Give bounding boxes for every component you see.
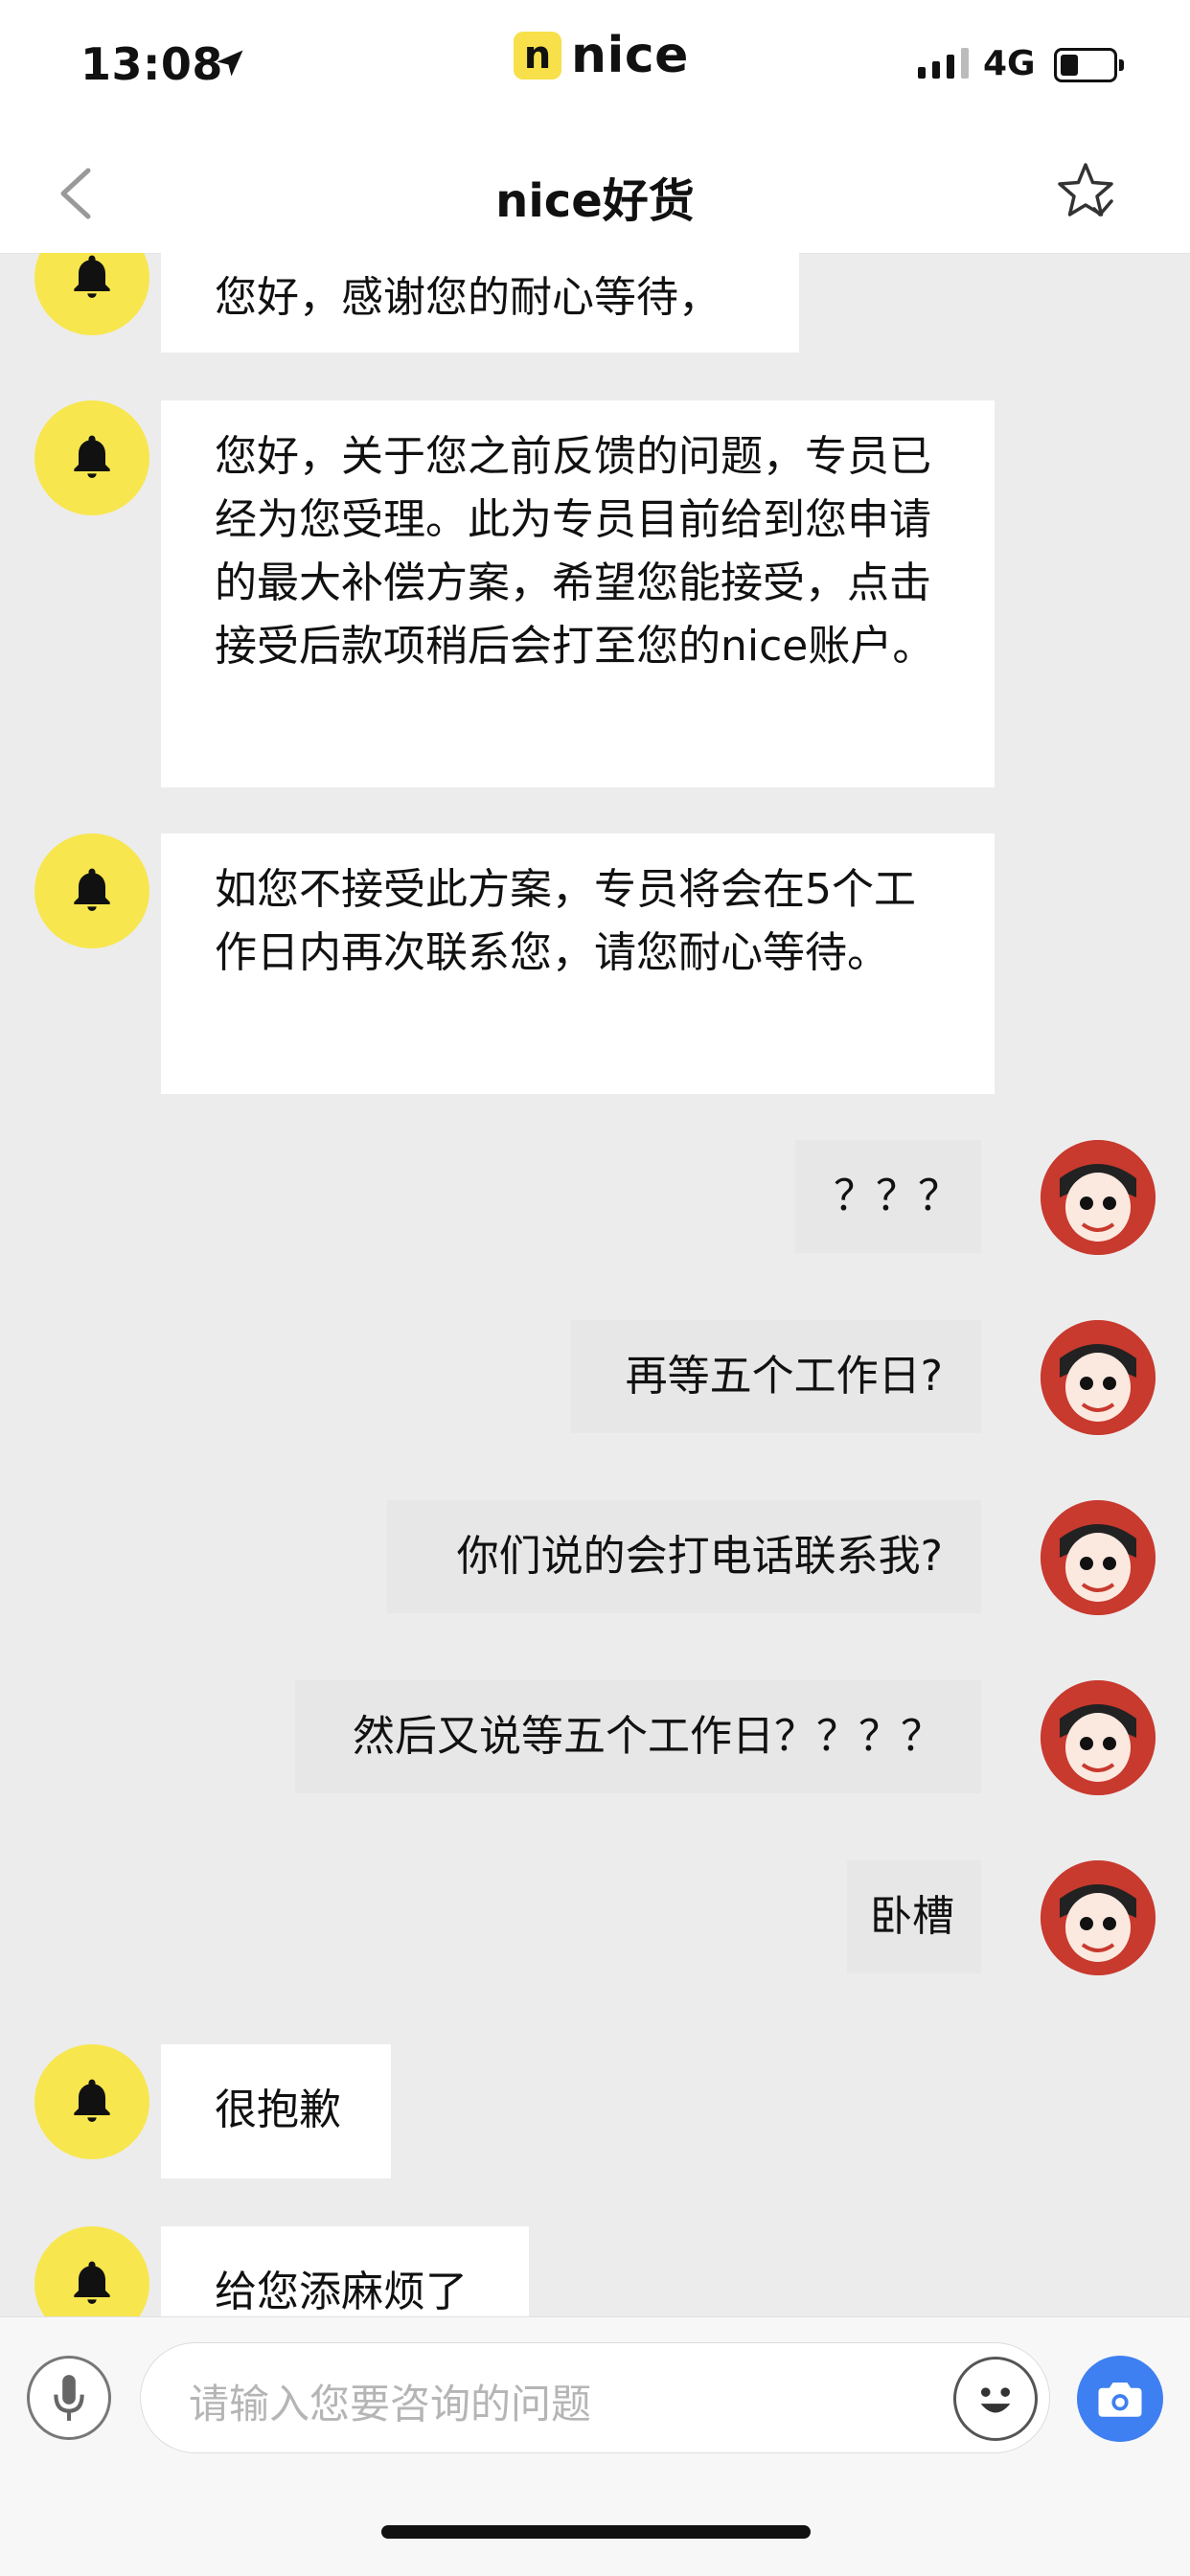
microphone-icon <box>54 2375 84 2421</box>
service-avatar <box>34 400 149 515</box>
bell-icon <box>74 2079 110 2122</box>
service-avatar <box>34 833 149 948</box>
message-bubble-user: 然后又说等五个工作日？？？？ <box>295 1680 981 1793</box>
camera-icon <box>1098 2382 1142 2417</box>
message-bubble-user: 卧槽 <box>847 1860 981 1973</box>
page-title: nice好货 <box>495 174 695 228</box>
app-brand: n nice <box>514 27 689 84</box>
message-bubble-user: 再等五个工作日? <box>571 1320 981 1433</box>
message-bubble-service: 您好，感谢您的耐心等待， <box>161 253 799 353</box>
user-avatar <box>1041 1680 1156 1795</box>
user-avatar <box>1041 1500 1156 1615</box>
home-indicator[interactable] <box>381 2525 811 2539</box>
nav-bar: nice好货 <box>0 134 1190 254</box>
message-bubble-service: 给您添麻烦了 <box>161 2226 529 2316</box>
battery-icon <box>1054 48 1124 82</box>
input-placeholder: 请输入您要咨询的问题 <box>189 2381 592 2428</box>
network-type: 4G <box>983 44 1036 83</box>
message-bubble-service: 很抱歉 <box>161 2044 391 2178</box>
message-bubble-user: ？？？ <box>795 1140 981 1253</box>
message-bubble-service: 如您不接受此方案，专员将会在5个工作日内再次联系您，请您耐心等待。 <box>161 833 995 1094</box>
user-avatar <box>1041 1860 1156 1975</box>
status-bar: 13:08 n nice 4G <box>0 0 1190 134</box>
user-avatar <box>1041 1140 1156 1255</box>
location-arrow-icon <box>217 50 243 77</box>
message-bubble-user: 你们说的会打电话联系我? <box>387 1500 981 1613</box>
status-time: 13:08 <box>80 38 223 90</box>
brand-name: nice <box>571 27 689 84</box>
user-avatar <box>1041 1320 1156 1435</box>
cellular-signal-icon <box>918 48 969 79</box>
message-input[interactable]: 请输入您要咨询的问题 <box>140 2342 1050 2453</box>
brand-badge: n <box>514 32 561 80</box>
service-avatar <box>34 2044 149 2159</box>
bell-icon <box>74 868 110 911</box>
photo-button[interactable] <box>1077 2356 1163 2442</box>
emoji-button[interactable] <box>953 2357 1038 2441</box>
service-avatar <box>34 253 149 335</box>
voice-button[interactable] <box>27 2356 111 2440</box>
message-bubble-service: 您好，关于您之前反馈的问题，专员已经为您受理。此为专员目前给到您申请的最大补偿方… <box>161 400 995 787</box>
service-avatar <box>34 2226 149 2316</box>
bell-icon <box>74 435 110 478</box>
emoji-icon <box>980 2387 1011 2413</box>
bell-icon <box>74 255 110 298</box>
star-icon[interactable] <box>1054 159 1117 222</box>
chat-message-list[interactable]: 您好，感谢您的耐心等待， 您好，关于您之前反馈的问题，专员已经为您受理。此为专员… <box>0 253 1190 2316</box>
bell-icon <box>74 2261 110 2304</box>
